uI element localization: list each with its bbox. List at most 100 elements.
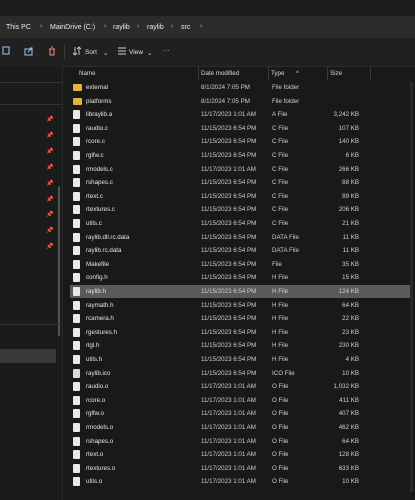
file-row[interactable]: raudio.o 11/17/2023 1:01 AM O File 1,032 KB [70, 380, 410, 393]
file-row[interactable]: rglfw.o 11/17/2023 1:01 AM O File 407 KB [70, 407, 410, 420]
file-size: 633 KB [338, 464, 359, 472]
share-icon[interactable] [24, 46, 34, 56]
file-size: 3,242 KB [333, 111, 359, 119]
file-row[interactable]: raylib.ico 11/15/2023 6:54 PM ICO File 10 K… [70, 367, 410, 380]
file-date-modified: 11/17/2023 1:01 AM [201, 396, 256, 404]
file-row[interactable]: rtextures.o 11/17/2023 1:01 AM O File 633 K… [70, 462, 410, 475]
file-row[interactable]: config.h 11/15/2023 6:54 PM H File 15 KB [70, 271, 410, 284]
nav-scrollbar[interactable] [58, 186, 60, 336]
file-row[interactable]: rshapes.c 11/15/2023 6:54 PM C File 88 KB [70, 176, 410, 189]
delete-icon[interactable] [47, 46, 57, 56]
view-button[interactable]: View [129, 49, 143, 56]
pin-icon: 📌 [46, 181, 54, 187]
file-row[interactable]: rcore.c 11/15/2023 6:54 PM C File 140 KB [70, 135, 410, 148]
file-icon [73, 368, 80, 378]
file-row[interactable]: utils.h 11/15/2023 6:54 PM H File 4 KB [70, 353, 410, 366]
file-row[interactable]: rlgl.h 11/15/2023 6:54 PM H File 230 KB [70, 339, 410, 352]
file-icon [73, 436, 80, 446]
file-row[interactable]: rmodels.o 11/17/2023 1:01 AM O File 462 KB [70, 421, 410, 434]
file-date-modified: 11/17/2023 1:01 AM [201, 424, 256, 431]
file-type: DATA File [272, 247, 299, 255]
folder-icon [73, 97, 82, 105]
file-name: rglfw.c [86, 152, 104, 159]
file-row[interactable]: rgestures.h 11/15/2023 6:54 PM H File 23 KB [70, 326, 410, 339]
view-icon[interactable] [117, 46, 127, 56]
file-row[interactable]: libraylib.a 11/17/2023 1:01 AM A File 3,242… [70, 108, 410, 121]
file-size: 23 KB [342, 328, 359, 336]
file-row[interactable]: platforms 8/1/2024 7:05 PM File folder [70, 95, 410, 108]
column-divider[interactable] [327, 66, 328, 80]
file-date-modified: 8/1/2024 7:05 PM [201, 84, 250, 91]
file-row[interactable]: raylib.rc.data 11/15/2023 6:54 PM DATA Fil… [70, 244, 410, 257]
file-name: rglfw.o [86, 410, 104, 418]
file-name: rshapes.o [86, 437, 114, 445]
file-date-modified: 11/15/2023 6:54 PM [201, 220, 257, 227]
file-row[interactable]: rcamera.h 11/15/2023 6:54 PM H File 22 KB [70, 312, 410, 325]
file-row[interactable]: raymath.h 11/15/2023 6:54 PM H File 64 KB [70, 299, 410, 312]
file-icon [73, 327, 80, 337]
file-size: 1,032 KB [333, 383, 359, 391]
file-row[interactable]: utils.o 11/17/2023 1:01 AM O File 10 KB [70, 475, 410, 488]
file-type: File folder [272, 84, 300, 91]
sort-ascending-icon: ^ [296, 70, 299, 77]
nav-item-selected[interactable] [0, 349, 56, 363]
file-date-modified: 11/15/2023 6:54 PM [201, 233, 257, 241]
breadcrumb-raylib-2[interactable]: raylib [147, 24, 164, 31]
pin-icon: 📌 [46, 197, 54, 203]
column-type[interactable]: Type [271, 70, 284, 77]
chevron-right-icon: › [200, 23, 203, 30]
file-size: 11 KB [342, 247, 359, 255]
breadcrumb-maindrive[interactable]: MainDrive (C:) [50, 24, 95, 31]
sort-icon[interactable] [72, 46, 82, 56]
column-date-modified[interactable]: Date modified [201, 70, 239, 77]
file-row[interactable]: Makefile 11/15/2023 6:54 PM File 35 KB [70, 258, 410, 271]
file-icon [73, 341, 80, 351]
column-divider[interactable] [370, 66, 371, 80]
file-row[interactable]: raudio.c 11/15/2023 6:54 PM C File 107 KB [70, 122, 410, 135]
file-type: O File [272, 464, 289, 472]
column-divider[interactable] [268, 66, 269, 80]
file-name: rtextures.o [86, 464, 116, 472]
file-type: File [272, 260, 282, 268]
file-list-scrollbar[interactable] [410, 82, 413, 492]
breadcrumb-src[interactable]: src [181, 24, 190, 31]
file-date-modified: 11/17/2023 1:01 AM [201, 383, 256, 391]
file-row[interactable]: rmodels.c 11/17/2023 1:01 AM C File 266 KB [70, 163, 410, 176]
file-row[interactable]: rcore.o 11/17/2023 1:01 AM O File 411 KB [70, 394, 410, 407]
breadcrumb-this-pc[interactable]: This PC [6, 24, 31, 31]
file-date-modified: 11/15/2023 6:54 PM [201, 301, 257, 309]
file-date-modified: 11/17/2023 1:01 AM [201, 111, 256, 119]
column-divider[interactable] [198, 66, 199, 80]
copy-icon[interactable] [2, 46, 12, 56]
file-icon [73, 409, 80, 419]
file-type: H File [272, 288, 289, 295]
file-row[interactable]: external 8/1/2024 7:05 PM File folder [70, 81, 410, 94]
file-size: 124 KB [338, 288, 359, 295]
file-size: 266 KB [338, 165, 359, 173]
file-row[interactable]: raylib.h 11/15/2023 6:54 PM H File 124 KB [70, 285, 410, 298]
breadcrumb[interactable]: › This PC › MainDrive (C:) › raylib › ra… [0, 16, 415, 46]
file-icon [73, 423, 80, 432]
file-row[interactable]: rshapes.o 11/17/2023 1:01 AM O File 64 KB [70, 435, 410, 448]
sort-button[interactable]: Sort [85, 49, 97, 56]
file-row[interactable]: utils.c 11/15/2023 6:54 PM C File 21 KB [70, 217, 410, 230]
file-icon [73, 232, 80, 242]
breadcrumb-raylib-1[interactable]: raylib [113, 24, 130, 31]
file-icon [73, 259, 80, 269]
file-row[interactable]: rtextures.c 11/15/2023 6:54 PM C File 206 K… [70, 203, 410, 216]
file-row[interactable]: rglfw.c 11/15/2023 6:54 PM C File 6 KB [70, 149, 410, 162]
file-name: rmodels.o [86, 424, 114, 431]
file-size: 411 KB [339, 396, 359, 404]
file-row[interactable]: raylib.dll.rc.data 11/15/2023 6:54 PM DATA… [70, 231, 410, 244]
pin-icon: 📌 [46, 133, 54, 139]
file-name: raylib.ico [86, 369, 111, 377]
file-date-modified: 11/17/2023 1:01 AM [201, 410, 256, 418]
column-size[interactable]: Size [330, 70, 342, 77]
file-row[interactable]: rtext.o 11/17/2023 1:01 AM O File 128 KB [70, 448, 410, 461]
file-size: 4 KB [345, 356, 359, 363]
more-options-button[interactable]: ··· [163, 47, 170, 54]
column-name[interactable]: Name [79, 70, 96, 77]
file-type: C File [272, 124, 289, 132]
file-row[interactable]: rtext.c 11/15/2023 6:54 PM C File 89 KB [70, 190, 410, 203]
file-icon [73, 287, 80, 296]
